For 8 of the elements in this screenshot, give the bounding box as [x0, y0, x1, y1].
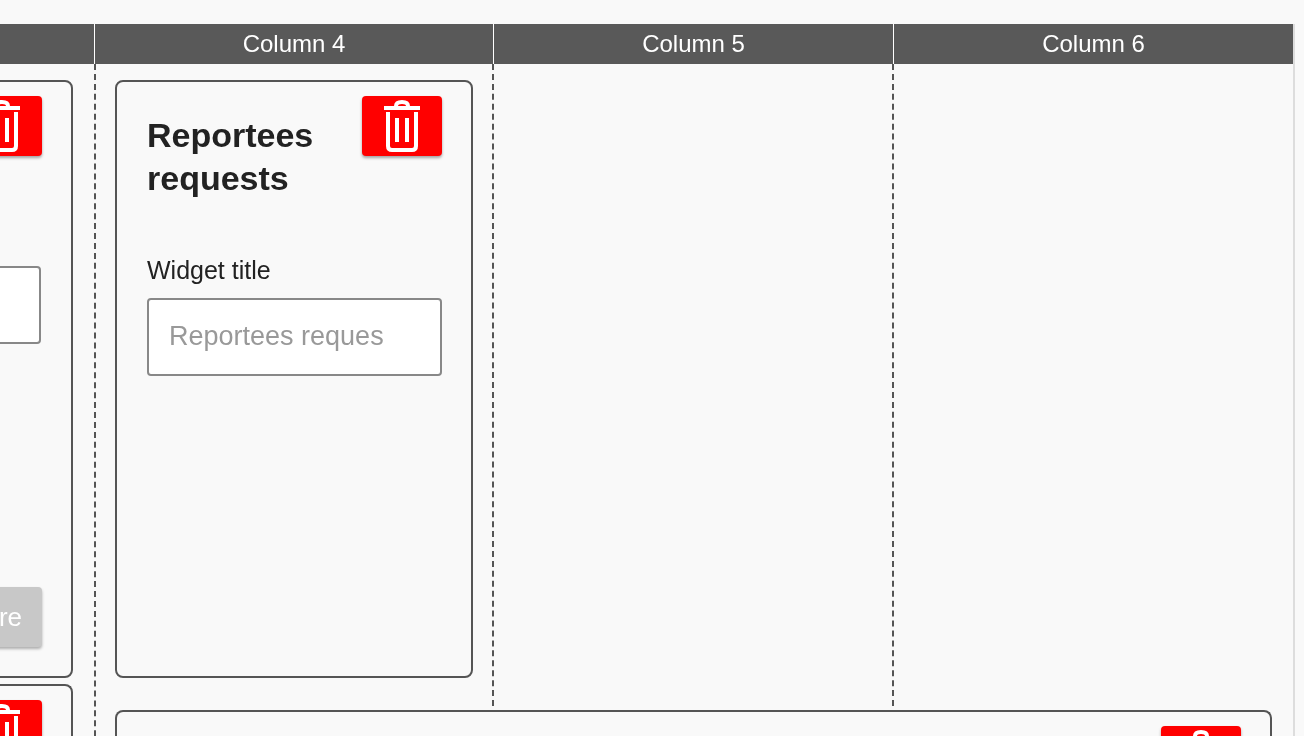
trash-icon [382, 100, 422, 152]
column-header: Column 5 [494, 24, 894, 64]
delete-button[interactable] [362, 96, 442, 156]
column-header: Column 4 [95, 24, 494, 64]
column-header: Column 6 [894, 24, 1293, 64]
card-title: Reportees requests [147, 115, 315, 199]
field-label: Widget title [147, 255, 272, 286]
title-input[interactable]: Reportees reques [147, 297, 442, 376]
